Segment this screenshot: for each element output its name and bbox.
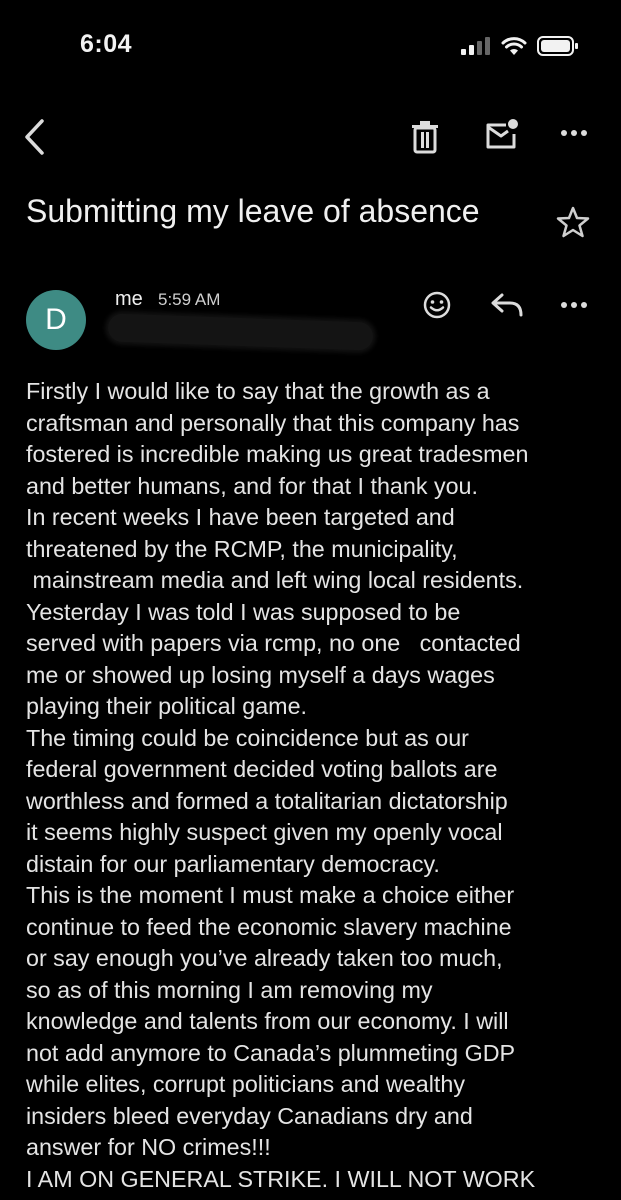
chevron-left-icon [25,119,44,155]
more-options-button[interactable] [560,128,588,138]
body-line: so as of this morning I am removing my [26,976,433,1003]
star-button[interactable] [556,206,590,238]
body-line: worthless and formed a totalitarian dict… [26,787,508,814]
body-line: or say enough you’ve already taken too m… [26,945,503,971]
delete-button[interactable] [410,120,440,154]
status-time: 6:04 [80,30,133,58]
body-line: while elites, corrupt politicians and we… [26,1071,465,1097]
wifi-icon [501,36,527,61]
body-line: and better humans, and for that I thank … [26,472,478,499]
body-line: playing their political game. [26,693,308,719]
body-line: federal government decided voting ballot… [26,756,498,782]
body-line: answer for NO crimes!!! [26,1134,271,1160]
body-line: In recent weeks I have been targeted and [26,504,455,530]
body-line: knowledge and talents from our economy. … [26,1008,509,1034]
more-horizontal-icon [561,302,587,308]
sender-name[interactable]: me [115,288,143,311]
body-line: insiders bleed everyday Canadians dry an… [26,1102,473,1129]
more-horizontal-icon [561,130,587,136]
email-time: 5:59 AM [158,290,221,309]
body-line: it seems highly suspect given my openly … [26,819,503,845]
body-line: craftsman and personally that this compa… [26,409,520,436]
sender-avatar[interactable]: D [26,290,86,350]
body-line: This is the moment I must make a choice … [26,882,515,908]
status-icons [461,36,579,61]
body-line: not add anymore to Canada’s plummeting G… [26,1039,516,1066]
add-reaction-button[interactable] [422,290,452,320]
email-subject: Submitting my leave of absence [26,193,480,229]
mail-unread-icon [486,119,518,149]
redacted-recipients [107,313,374,351]
body-line: fostered is incredible making us great t… [26,441,529,467]
back-button[interactable] [22,118,48,156]
cellular-signal-icon [461,37,491,60]
body-line: continue to feed the economic slavery ma… [26,913,512,940]
body-line: me or showed up losing myself a days wag… [26,661,495,688]
body-line: threatened by the RCMP, the municipality… [26,535,458,562]
mark-unread-button[interactable] [484,118,520,152]
body-line: distain for our parliamentary democracy. [26,850,440,877]
body-line: mainstream media and left wing local res… [26,567,524,593]
body-line: I AM ON GENERAL STRIKE. I WILL NOT WORK [26,1165,536,1192]
body-line: Yesterday I was told I was supposed to b… [26,598,461,625]
body-line: served with papers via rcmp, no one cont… [26,630,521,656]
reply-button[interactable] [490,292,524,318]
star-outline-icon [556,206,590,238]
body-line: Firstly I would like to say that the gro… [26,378,490,404]
trash-icon [412,121,438,154]
message-more-button[interactable] [560,300,588,310]
reply-icon [491,293,523,317]
email-body: Firstly I would like to say that the gro… [26,376,606,1195]
emoji-reaction-icon [423,291,451,319]
body-line: The timing could be coincidence but as o… [26,724,469,751]
battery-icon [537,36,579,61]
